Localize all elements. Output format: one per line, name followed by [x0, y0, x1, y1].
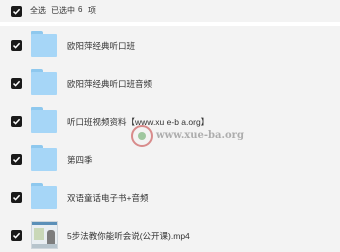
row-checkbox[interactable]	[11, 78, 22, 89]
folder-icon	[31, 69, 57, 95]
file-name[interactable]: 双语童话电子书+音频	[67, 192, 148, 204]
file-name[interactable]: 5步法教你能听会说(公开课).mp4	[67, 230, 190, 242]
watermark: www.xue-ba.org	[131, 125, 244, 147]
file-row[interactable]: 双语童话电子书+音频	[0, 178, 340, 216]
selected-unit: 项	[88, 6, 96, 15]
selection-header: 全选 已选中 6 项	[0, 0, 340, 22]
selected-count: 6	[78, 5, 83, 14]
file-row[interactable]: 欧阳萍经典听口班	[0, 26, 340, 64]
checkmark-icon	[12, 194, 21, 201]
file-row[interactable]: 欧阳萍经典听口班音频	[0, 64, 340, 102]
checkmark-icon	[12, 8, 21, 15]
file-name[interactable]: 欧阳萍经典听口班	[67, 40, 135, 52]
row-checkbox[interactable]	[11, 40, 22, 51]
row-checkbox[interactable]	[11, 116, 22, 127]
folder-icon	[31, 107, 57, 133]
watermark-text: www.xue-ba.org	[156, 130, 244, 141]
watermark-logo	[131, 125, 153, 147]
folder-icon	[31, 31, 57, 57]
selected-label: 已选中	[51, 6, 75, 15]
row-checkbox[interactable]	[11, 230, 22, 241]
folder-icon	[31, 183, 57, 209]
file-name[interactable]: 第四季	[67, 154, 93, 166]
select-all-checkbox[interactable]	[11, 6, 22, 17]
checkmark-icon	[12, 118, 21, 125]
file-name[interactable]: 欧阳萍经典听口班音频	[67, 78, 152, 90]
checkmark-icon	[12, 232, 21, 239]
checkmark-icon	[12, 80, 21, 87]
checkmark-icon	[12, 42, 21, 49]
video-thumbnail	[31, 221, 58, 249]
row-checkbox[interactable]	[11, 192, 22, 203]
file-row[interactable]: 5步法教你能听会说(公开课).mp4	[0, 216, 340, 252]
folder-icon	[31, 145, 57, 171]
select-all-label[interactable]: 全选	[30, 5, 46, 16]
row-checkbox[interactable]	[11, 154, 22, 165]
checkmark-icon	[12, 156, 21, 163]
